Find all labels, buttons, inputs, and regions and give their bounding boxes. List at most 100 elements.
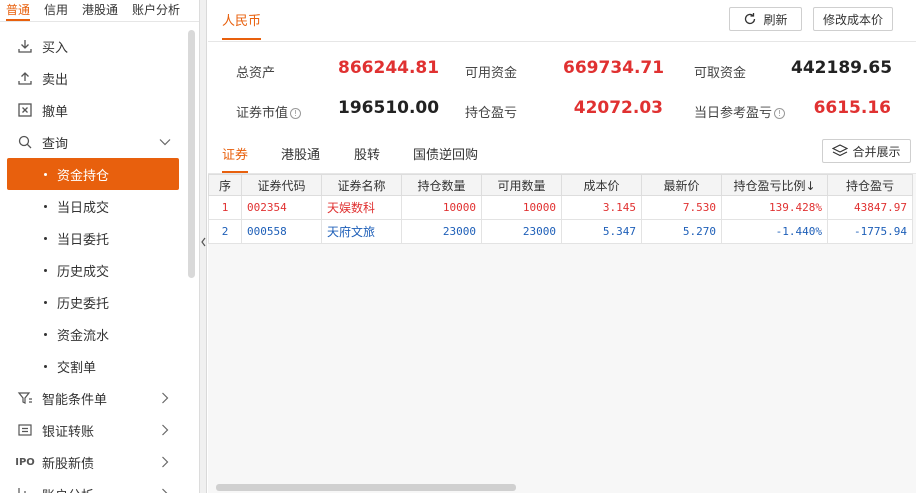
available-funds-label: 可用资金 bbox=[465, 66, 518, 81]
cell-code: 002354 bbox=[241, 195, 322, 220]
sidebar-item-label: 新股新债 bbox=[42, 456, 95, 472]
chart-icon bbox=[16, 485, 34, 493]
market-value-text: 证券市值 bbox=[236, 106, 289, 121]
merge-display-button[interactable]: 合并展示 bbox=[822, 139, 911, 163]
refresh-button[interactable]: 刷新 bbox=[729, 7, 802, 31]
sidebar-item-history-orders[interactable]: 历史委托 bbox=[0, 286, 186, 318]
bullet-icon bbox=[44, 204, 47, 208]
info-icon[interactable]: ! bbox=[774, 108, 786, 119]
table-header-row: 序 证券代码 证券名称 持仓数量 可用数量 成本价 最新价 持仓盈亏比例↓ 持仓… bbox=[208, 174, 913, 196]
cell-index: 2 bbox=[208, 219, 242, 244]
sidebar-item-label: 查询 bbox=[42, 136, 69, 152]
available-funds-value: 669734.71 bbox=[563, 58, 665, 78]
tab-rmb[interactable]: 人民币 bbox=[222, 10, 262, 40]
info-icon[interactable]: ! bbox=[290, 108, 302, 119]
currency-bar: 人民币 刷新 修改成本价 bbox=[208, 0, 916, 42]
main-panel: 人民币 刷新 修改成本价 总资产 866244.81 可用资金 669734.7… bbox=[208, 0, 916, 493]
cell-index: 1 bbox=[208, 195, 242, 220]
cell-pl: -1775.94 bbox=[827, 219, 913, 244]
ipo-icon: IPO bbox=[15, 456, 35, 468]
sidebar-item-bank-transfer[interactable]: 银证转账 bbox=[0, 414, 186, 446]
withdrawable-label: 可取资金 bbox=[694, 66, 747, 81]
sidebar-item-smart-order[interactable]: 智能条件单 bbox=[0, 382, 186, 414]
sidebar-item-label: 账户分析 bbox=[42, 485, 94, 493]
tab-credit[interactable]: 信用 bbox=[44, 1, 68, 21]
sidebar-item-funds-positions[interactable]: 资金持仓 bbox=[7, 158, 179, 190]
tab-account-analysis[interactable]: 账户分析 bbox=[132, 1, 180, 21]
sidebar-item-label: 历史成交 bbox=[57, 264, 110, 280]
refresh-icon bbox=[743, 12, 757, 26]
sidebar-item-today-orders[interactable]: 当日委托 bbox=[0, 222, 186, 254]
cancel-box-icon bbox=[16, 101, 34, 119]
bullet-icon bbox=[44, 332, 47, 336]
sidebar-item-sell[interactable]: 卖出 bbox=[0, 62, 186, 94]
table-row[interactable]: 1 002354 天娱数科 10000 10000 3.145 7.530 13… bbox=[208, 195, 913, 220]
tab-normal[interactable]: 普通 bbox=[6, 1, 31, 21]
asset-summary: 总资产 866244.81 可用资金 669734.71 可取资金 442189… bbox=[208, 42, 916, 130]
filter-icon bbox=[16, 389, 34, 407]
sidebar-item-label: 资金持仓 bbox=[57, 168, 110, 184]
col-code[interactable]: 证券代码 bbox=[241, 174, 322, 196]
col-pl[interactable]: 持仓盈亏 bbox=[827, 174, 913, 196]
position-pl-label: 持仓盈亏 bbox=[465, 106, 518, 121]
cell-available: 10000 bbox=[481, 195, 562, 220]
withdrawable-value: 442189.65 bbox=[791, 58, 893, 78]
bullet-icon bbox=[44, 236, 47, 240]
refresh-label: 刷新 bbox=[763, 12, 788, 27]
transfer-icon bbox=[16, 421, 34, 439]
sidebar-item-settlement[interactable]: 交割单 bbox=[0, 350, 186, 382]
sidebar-scrollbar[interactable] bbox=[188, 30, 195, 278]
col-pl-ratio[interactable]: 持仓盈亏比例↓ bbox=[721, 174, 828, 196]
modify-cost-button[interactable]: 修改成本价 bbox=[813, 7, 893, 31]
col-index[interactable]: 序 bbox=[208, 174, 242, 196]
security-tabs: 证券 港股通 股转 国债逆回购 合并展示 bbox=[208, 130, 916, 174]
tab-reverse-repo[interactable]: 国债逆回购 bbox=[413, 144, 478, 163]
chevron-right-icon bbox=[158, 423, 172, 437]
tab-hk-connect-positions[interactable]: 港股通 bbox=[281, 144, 320, 163]
sidebar-item-history-trades[interactable]: 历史成交 bbox=[0, 254, 186, 286]
panel-splitter[interactable] bbox=[200, 0, 207, 493]
today-pl-label: 当日参考盈亏! bbox=[694, 102, 786, 121]
tab-share-transfer[interactable]: 股转 bbox=[354, 144, 380, 163]
total-assets-label: 总资产 bbox=[236, 66, 276, 81]
sidebar-item-query[interactable]: 查询 bbox=[0, 126, 186, 158]
sidebar-item-label: 银证转账 bbox=[42, 424, 95, 440]
sidebar-item-fund-flow[interactable]: 资金流水 bbox=[0, 318, 186, 350]
cell-available: 23000 bbox=[481, 219, 562, 244]
sidebar-item-buy[interactable]: 买入 bbox=[0, 30, 186, 62]
sidebar-item-label: 历史委托 bbox=[57, 296, 110, 312]
cell-name: 天娱数科 bbox=[321, 195, 402, 220]
sidebar-item-today-trades[interactable]: 当日成交 bbox=[0, 190, 186, 222]
download-icon bbox=[16, 37, 34, 55]
positions-table: 序 证券代码 证券名称 持仓数量 可用数量 成本价 最新价 持仓盈亏比例↓ 持仓… bbox=[208, 174, 913, 244]
sidebar-item-cancel-order[interactable]: 撤单 bbox=[0, 94, 186, 126]
merge-display-label: 合并展示 bbox=[852, 144, 901, 159]
account-type-tabs: 普通 信用 港股通 账户分析 bbox=[0, 0, 199, 22]
col-name[interactable]: 证券名称 bbox=[321, 174, 402, 196]
sidebar-item-ipo[interactable]: IPO 新股新债 bbox=[0, 446, 186, 478]
tab-hk-connect[interactable]: 港股通 bbox=[82, 1, 118, 21]
chevron-down-icon bbox=[158, 135, 172, 149]
collapse-handle-icon[interactable] bbox=[201, 232, 206, 254]
cell-code: 000558 bbox=[241, 219, 322, 244]
cell-pl-ratio: 139.428% bbox=[721, 195, 828, 220]
col-available[interactable]: 可用数量 bbox=[481, 174, 562, 196]
search-icon bbox=[16, 133, 34, 151]
sidebar-item-label: 卖出 bbox=[42, 72, 69, 88]
cell-pl-ratio: -1.440% bbox=[721, 219, 828, 244]
table-row[interactable]: 2 000558 天府文旅 23000 23000 5.347 5.270 -1… bbox=[208, 219, 913, 244]
table-horizontal-scrollbar[interactable] bbox=[216, 484, 516, 491]
col-cost[interactable]: 成本价 bbox=[561, 174, 642, 196]
bullet-icon bbox=[44, 172, 47, 176]
chevron-right-icon bbox=[158, 391, 172, 405]
tab-securities[interactable]: 证券 bbox=[222, 144, 249, 173]
sidebar-item-label: 撤单 bbox=[42, 104, 69, 120]
market-value-label: 证券市值! bbox=[236, 102, 302, 121]
col-last-price[interactable]: 最新价 bbox=[641, 174, 722, 196]
chevron-right-icon bbox=[158, 487, 172, 493]
sidebar-item-account-analysis[interactable]: 账户分析 bbox=[0, 478, 186, 493]
sidebar-item-label: 资金流水 bbox=[57, 328, 110, 344]
today-pl-text: 当日参考盈亏 bbox=[694, 106, 773, 121]
col-qty[interactable]: 持仓数量 bbox=[401, 174, 482, 196]
bullet-icon bbox=[44, 300, 47, 304]
